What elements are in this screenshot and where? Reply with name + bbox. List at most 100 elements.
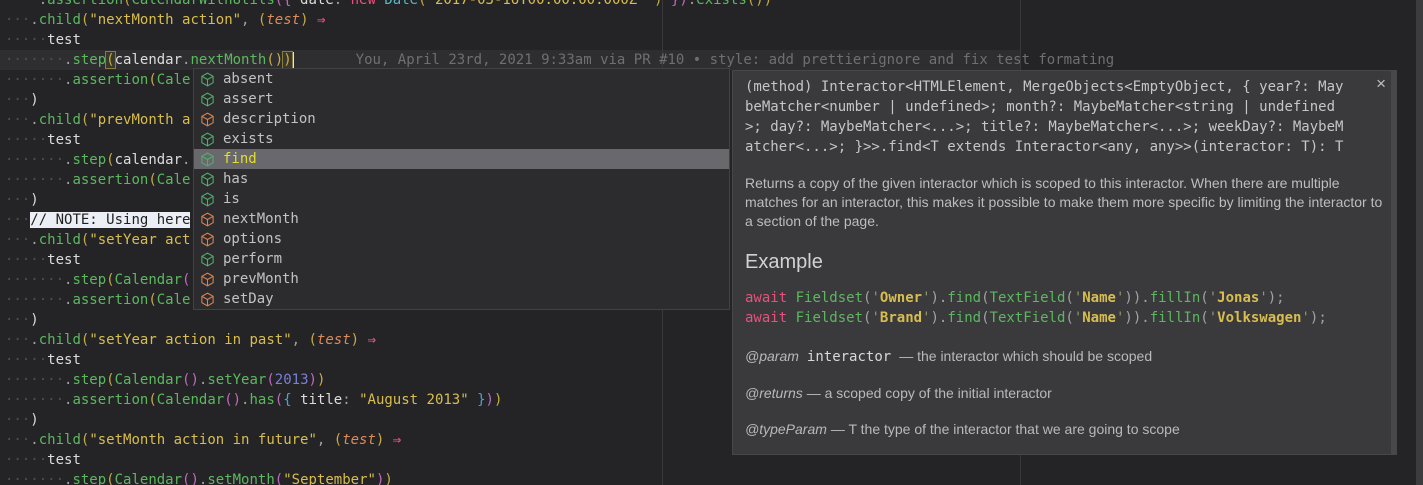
code-token-fn: child [39, 332, 81, 348]
symbol-field-icon [200, 292, 215, 307]
code-token-str: "setMonth action in future" [89, 432, 317, 448]
code-token-fn: nextMonth [190, 52, 266, 68]
doc-tag-text: — a scoped copy of the initial interacto… [807, 385, 1052, 401]
code-token-arrow: ⇒ [368, 332, 376, 348]
code-token-str: "nextMonth action" [89, 12, 241, 28]
autocomplete-item-nextMonth[interactable]: nextMonth [194, 209, 729, 229]
autocomplete-item-options[interactable]: options [194, 229, 729, 249]
example-code-line: await Fieldset('Brand').find(TextField('… [745, 308, 1384, 328]
code-token-strq: ' [1209, 310, 1217, 326]
code-token-fn: step [72, 372, 106, 388]
code-line[interactable]: ····.assertion(CalendarWithUtils({ date:… [5, 0, 1423, 10]
autocomplete-item-exists[interactable]: exists [194, 129, 729, 149]
code-token-fn: Cale [157, 292, 191, 308]
code-token-punc: ). [931, 290, 948, 306]
code-token-ws: ····· [5, 32, 47, 48]
doc-tag-name: @param [745, 348, 799, 364]
code-token-fn: Fieldset [796, 290, 863, 306]
code-line[interactable]: ···.child("nextMonth action", (test) ⇒ [5, 10, 1423, 30]
doc-tag-returns: @returns — a scoped copy of the initial … [745, 385, 1384, 401]
code-token-fn: step [72, 472, 106, 485]
hover-description: Returns a copy of the given interactor w… [745, 174, 1393, 231]
code-token-b1: ( [106, 272, 114, 288]
code-token-var: title [292, 392, 343, 408]
code-line[interactable]: ·······.step(Calendar().setMonth("Septem… [5, 470, 1423, 485]
editor-scrollbar[interactable] [1416, 0, 1423, 485]
code-token-str: "prevMonth a [89, 112, 190, 128]
code-token-strq: ' [871, 310, 879, 326]
code-token-var: ) [30, 92, 38, 108]
code-token-punc: . [39, 0, 47, 8]
code-token-strb: Owner [880, 290, 922, 306]
autocomplete-item-description[interactable]: description [194, 109, 729, 129]
autocomplete-item-label: options [223, 229, 282, 249]
code-token-str: "setYear action in past" [89, 332, 291, 348]
code-token-var: test [47, 132, 81, 148]
code-token-b2: }) [663, 0, 688, 8]
symbol-method-icon [200, 72, 215, 87]
code-token-teal: Date [376, 0, 418, 8]
code-token-fn: Fieldset [796, 310, 863, 326]
code-token-punc: : [342, 392, 359, 408]
symbol-method-icon [200, 192, 215, 207]
code-token-b1: ) [764, 0, 772, 8]
code-token-ws: ··· [5, 332, 30, 348]
code-token-ws: ··· [5, 212, 30, 228]
code-token-num: 2013 [275, 372, 309, 388]
hover-signature: (method) Interactor<HTMLElement, MergeOb… [745, 77, 1346, 157]
code-token-ws: ······· [5, 292, 64, 308]
autocomplete-item-absent[interactable]: absent [194, 69, 729, 89]
code-token-fn: TextField [990, 290, 1066, 306]
autocomplete-item-find[interactable]: find [194, 149, 729, 169]
autocomplete-item-label: nextMonth [223, 209, 299, 229]
code-token-fn: has [249, 392, 274, 408]
code-token-b1: ( [106, 472, 114, 485]
doc-tag-typeParam: @typeParam — T the type of the interacto… [745, 421, 1384, 437]
code-token-ws: ··· [5, 112, 30, 128]
code-token-fn: Calendar [157, 392, 224, 408]
autocomplete-item-has[interactable]: has [194, 169, 729, 189]
doc-tag-code: interactor [799, 349, 899, 365]
code-token-b2: ( [182, 272, 190, 288]
code-token-ws: ······· [5, 472, 64, 485]
code-token-punc: ( [1065, 290, 1073, 306]
autocomplete-item-setDay[interactable]: setDay [194, 289, 729, 309]
symbol-method-icon [200, 172, 215, 187]
autocomplete-item-prevMonth[interactable]: prevMonth [194, 269, 729, 289]
code-token-b2: ({ [275, 0, 292, 8]
example-heading: Example [745, 251, 1384, 274]
code-token-b1: ( [148, 72, 156, 88]
autocomplete-item-assert[interactable]: assert [194, 89, 729, 109]
code-token-ws: ··· [5, 12, 30, 28]
code-token-fn: find [947, 310, 981, 326]
code-token-ws: ···· [5, 0, 39, 8]
code-token-arrow: ⇒ [317, 12, 325, 28]
code-token-b1: ) [351, 332, 359, 348]
code-token-b1: ( [148, 172, 156, 188]
code-token-punc: . [30, 112, 38, 128]
code-token-boxed: ( [106, 52, 114, 68]
code-line[interactable]: ·····test [5, 30, 1423, 50]
code-token-fn: TextField [990, 310, 1066, 326]
code-token-b1: ) [494, 392, 502, 408]
code-token-punc: ); [1268, 290, 1285, 306]
code-token-b3: { [283, 392, 291, 408]
autocomplete-item-perform[interactable]: perform [194, 249, 729, 269]
code-token-param: test [317, 332, 351, 348]
symbol-method-icon [200, 132, 215, 147]
code-token-fn: Calendar [115, 472, 182, 485]
autocomplete-item-is[interactable]: is [194, 189, 729, 209]
hover-scrollbar[interactable] [1391, 71, 1396, 454]
code-token-strq: ' [1074, 310, 1082, 326]
code-line[interactable]: ·······.step(calendar.nextMonth())You, A… [5, 50, 1423, 70]
code-token-boxed: ) [283, 52, 291, 68]
code-token-punc: . [688, 0, 696, 8]
code-token-fn: step [72, 52, 106, 68]
close-icon[interactable]: × [1376, 75, 1386, 92]
code-token-b1: () [266, 52, 283, 68]
code-token-var: ) [30, 192, 38, 208]
example-code: await Fieldset('Owner').find(TextField('… [745, 288, 1384, 328]
symbol-field-icon [200, 272, 215, 287]
git-blame-annotation[interactable]: You, April 23rd, 2021 9:33am via PR #10 … [294, 52, 1115, 68]
doc-tag-text: — the interactor which should be scoped [899, 348, 1152, 364]
